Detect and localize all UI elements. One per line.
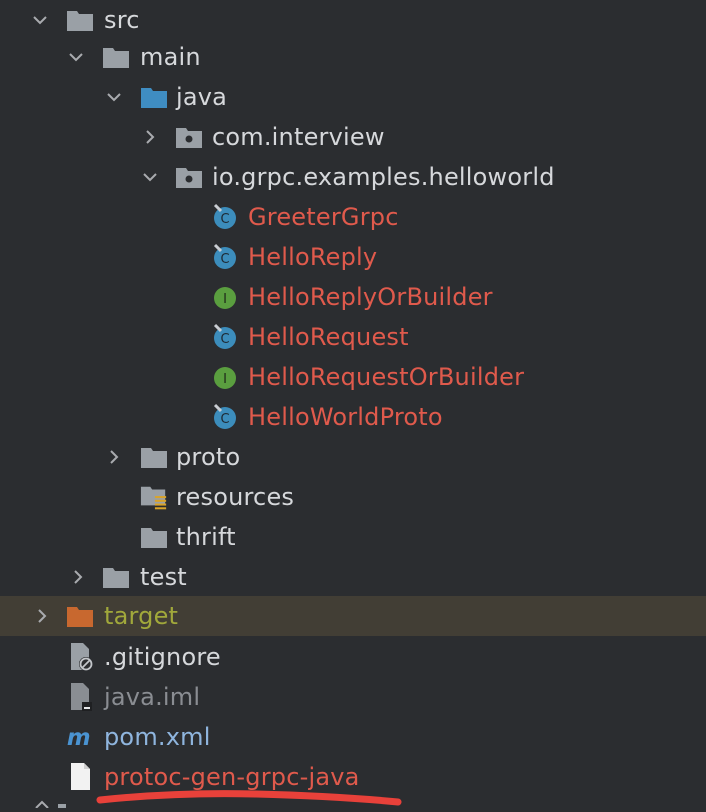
tree-node-label: resources bbox=[176, 483, 295, 511]
svg-text:I: I bbox=[223, 372, 227, 387]
chevron-right-icon[interactable] bbox=[102, 445, 126, 469]
tree-node-hellorequest[interactable]: C HelloRequest bbox=[0, 317, 706, 357]
folder-icon bbox=[140, 523, 168, 551]
tree-node-label: test bbox=[140, 563, 187, 591]
chevron-down-icon[interactable] bbox=[102, 85, 126, 109]
source-folder-icon bbox=[140, 83, 168, 111]
tree-node-main[interactable]: main bbox=[0, 37, 706, 77]
resources-folder-icon bbox=[140, 483, 168, 511]
tree-node-greetergrpc[interactable]: C GreeterGrpc bbox=[0, 197, 706, 237]
tree-node-gitignore[interactable]: .gitignore bbox=[0, 637, 706, 677]
svg-text:m: m bbox=[67, 725, 91, 751]
folder-icon bbox=[102, 563, 130, 591]
svg-text:C: C bbox=[220, 212, 229, 227]
tree-node-label: io.grpc.examples.helloworld bbox=[212, 163, 555, 191]
tree-node-label: HelloWorldProto bbox=[248, 403, 443, 431]
tree-node-java[interactable]: java bbox=[0, 77, 706, 117]
svg-text:C: C bbox=[220, 332, 229, 347]
excluded-folder-icon bbox=[66, 602, 94, 630]
tree-node-pom-xml[interactable]: m pom.xml bbox=[0, 717, 706, 757]
class-icon: C bbox=[210, 243, 238, 271]
folder-icon bbox=[140, 443, 168, 471]
class-icon: C bbox=[210, 203, 238, 231]
chevron-down-icon[interactable] bbox=[28, 8, 52, 32]
file-icon bbox=[68, 763, 96, 791]
tree-node-label: java.iml bbox=[104, 683, 201, 711]
chevron-right-icon[interactable] bbox=[30, 604, 54, 628]
interface-icon: I bbox=[210, 283, 238, 311]
tree-node-helloworldproto[interactable]: C HelloWorldProto bbox=[0, 397, 706, 437]
svg-text:I: I bbox=[223, 292, 227, 307]
tree-node-com-interview[interactable]: com.interview bbox=[0, 117, 706, 157]
chevron-right-icon[interactable] bbox=[138, 125, 162, 149]
tree-node-proto[interactable]: proto bbox=[0, 437, 706, 477]
class-icon: C bbox=[210, 403, 238, 431]
tree-node-io-grpc[interactable]: io.grpc.examples.helloworld bbox=[0, 157, 706, 197]
tree-node-java-iml[interactable]: java.iml bbox=[0, 677, 706, 717]
tree-node-label: main bbox=[140, 43, 201, 71]
package-icon bbox=[175, 123, 203, 151]
package-icon bbox=[175, 163, 203, 191]
chevron-down-icon[interactable] bbox=[64, 45, 88, 69]
tree-node-src[interactable]: src bbox=[0, 0, 706, 40]
tree-node-label: java bbox=[176, 83, 228, 111]
tree-node-label: HelloReply bbox=[248, 243, 378, 271]
tree-node-label: com.interview bbox=[212, 123, 385, 151]
tree-node-label: src bbox=[104, 6, 140, 34]
tree-node-test[interactable]: test bbox=[0, 557, 706, 597]
tree-node-label: GreeterGrpc bbox=[248, 203, 399, 231]
tree-node-label: HelloRequest bbox=[248, 323, 409, 351]
annotation-underline bbox=[96, 790, 402, 806]
tree-node-label: target bbox=[104, 602, 179, 630]
partial-row-icon bbox=[35, 800, 66, 808]
tree-node-label: pom.xml bbox=[104, 723, 211, 751]
tree-node-label: proto bbox=[176, 443, 241, 471]
folder-icon bbox=[66, 6, 94, 34]
chevron-down-icon[interactable] bbox=[138, 165, 162, 189]
tree-node-label: HelloReplyOrBuilder bbox=[248, 283, 493, 311]
tree-node-hellorequestorbuilder[interactable]: I HelloRequestOrBuilder bbox=[0, 357, 706, 397]
tree-node-helloreplyorbuilder[interactable]: I HelloReplyOrBuilder bbox=[0, 277, 706, 317]
tree-node-label: thrift bbox=[176, 523, 236, 551]
svg-text:C: C bbox=[220, 412, 229, 427]
tree-node-thrift[interactable]: thrift bbox=[0, 517, 706, 557]
folder-icon bbox=[102, 43, 130, 71]
chevron-right-icon[interactable] bbox=[66, 565, 90, 589]
maven-icon: m bbox=[66, 723, 94, 751]
tree-node-helloreply[interactable]: C HelloReply bbox=[0, 237, 706, 277]
project-tree: src main java com.interview io.grpc.exam… bbox=[0, 0, 706, 791]
iml-file-icon bbox=[68, 683, 96, 711]
interface-icon: I bbox=[210, 363, 238, 391]
tree-node-resources[interactable]: resources bbox=[0, 477, 706, 517]
tree-node-label: HelloRequestOrBuilder bbox=[248, 363, 525, 391]
tree-node-target[interactable]: target bbox=[0, 596, 706, 636]
tree-node-label: .gitignore bbox=[104, 643, 221, 671]
ignore-file-icon bbox=[68, 643, 96, 671]
svg-text:C: C bbox=[220, 252, 229, 267]
class-icon: C bbox=[210, 323, 238, 351]
